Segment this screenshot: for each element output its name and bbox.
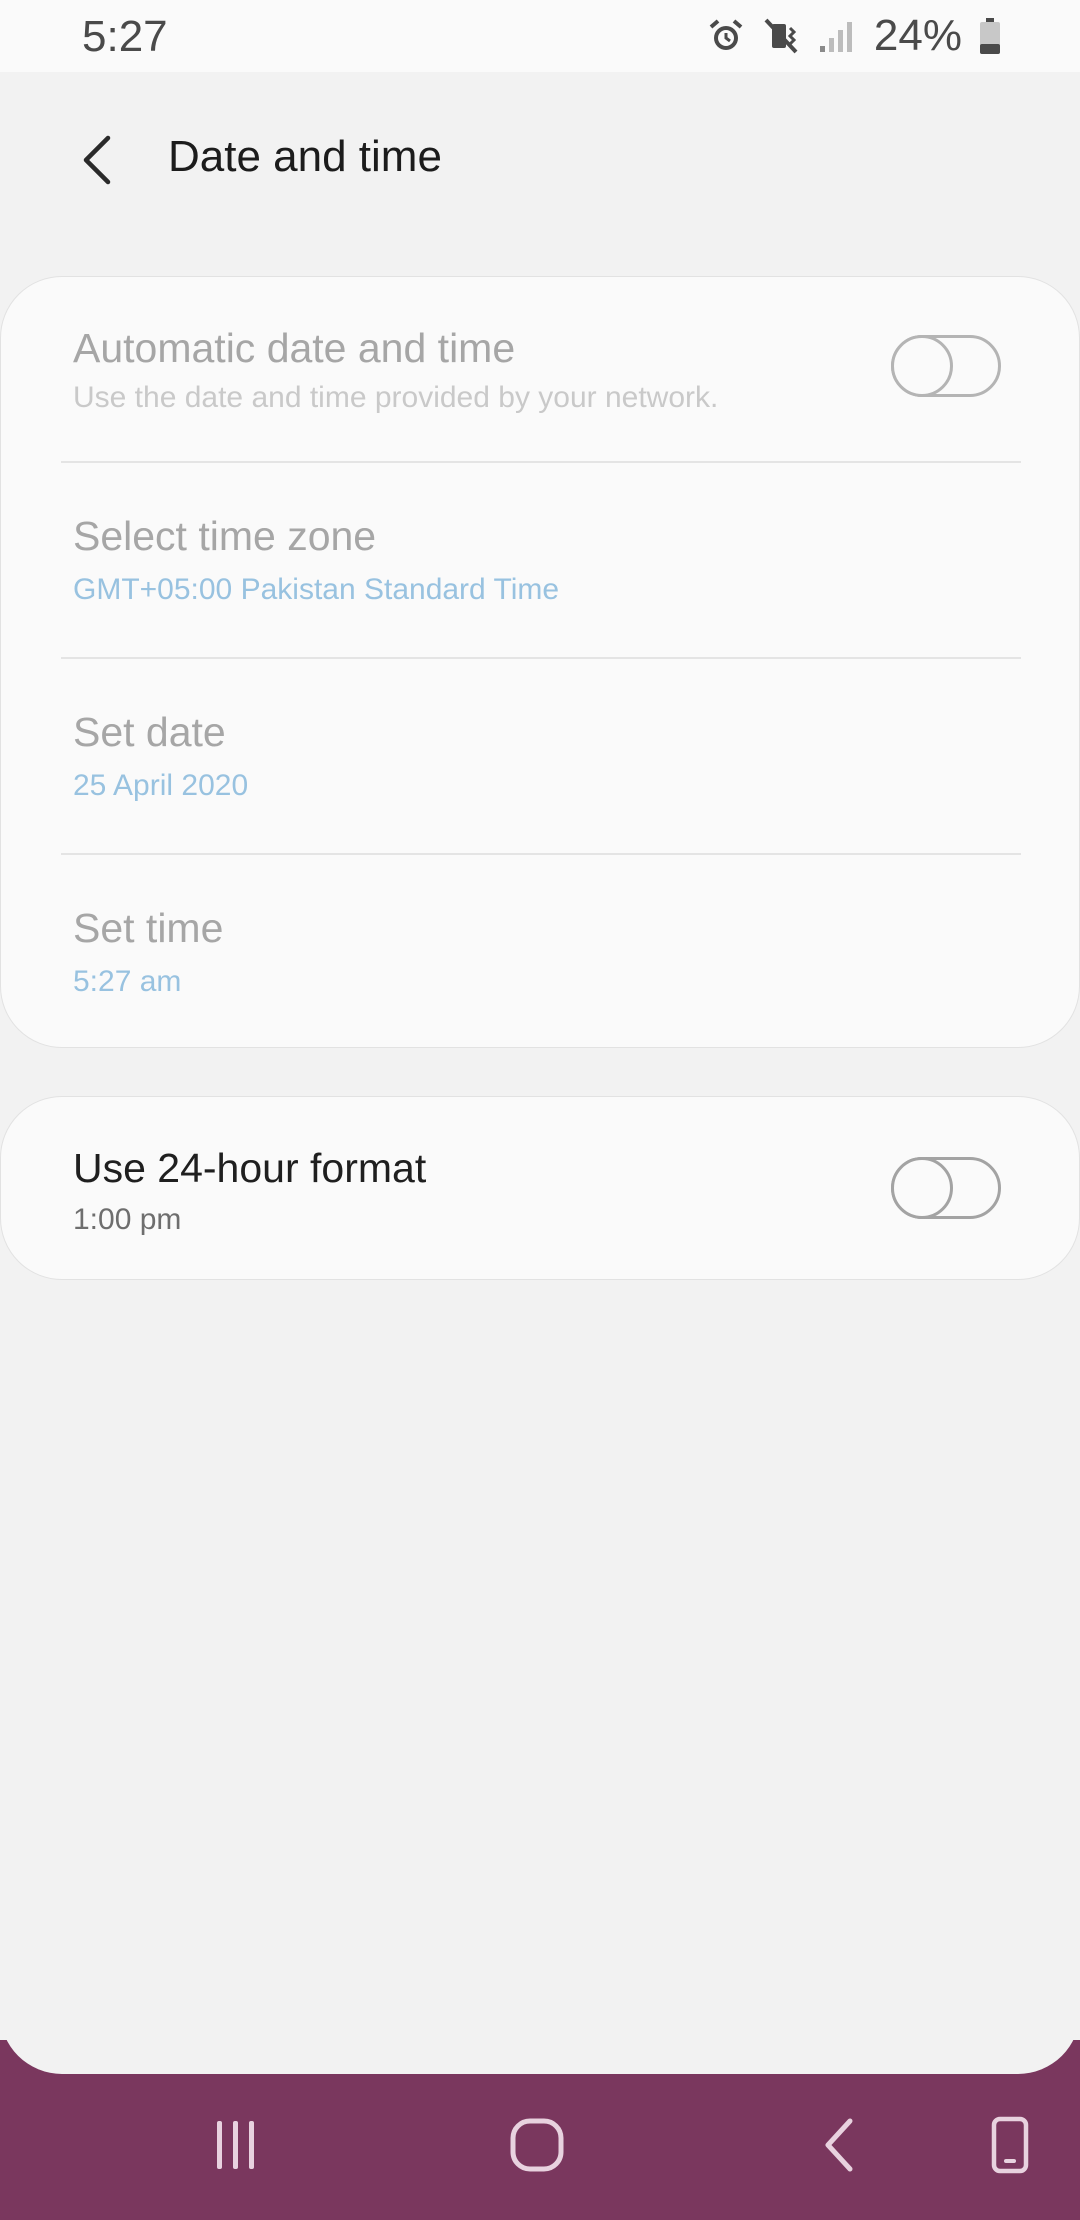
use-24-hour-format-row[interactable]: Use 24-hour format 1:00 pm <box>1 1097 1080 1281</box>
time-zone-value: GMT+05:00 Pakistan Standard Time <box>73 573 560 606</box>
status-bar: 5:27 24% <box>0 0 1080 72</box>
back-arrow-icon <box>83 135 111 185</box>
app-header: Date and time <box>0 110 1080 210</box>
date-time-settings-card: Automatic date and time Use the date and… <box>0 276 1080 1048</box>
set-time-title: Set time <box>73 905 224 951</box>
battery-percentage: 24% <box>873 11 962 60</box>
keyboard-switch-button[interactable] <box>970 2110 1050 2180</box>
home-icon <box>510 2118 564 2172</box>
toggle-knob <box>891 1157 953 1219</box>
set-time-row[interactable]: Set time 5:27 am <box>1 855 1080 1049</box>
nav-back-button[interactable] <box>800 2110 880 2180</box>
automatic-date-time-row[interactable]: Automatic date and time Use the date and… <box>1 277 1080 461</box>
keyboard-switch-icon <box>991 2116 1029 2174</box>
automatic-date-time-subtitle: Use the date and time provided by your n… <box>73 381 719 414</box>
set-date-value: 25 April 2020 <box>73 769 249 802</box>
set-date-title: Set date <box>73 709 226 755</box>
content-bottom-edge <box>0 1990 1080 2074</box>
automatic-date-time-title: Automatic date and time <box>73 325 516 371</box>
battery-icon <box>978 16 1002 56</box>
time-zone-title: Select time zone <box>73 513 377 559</box>
automatic-date-time-toggle[interactable] <box>891 335 1001 397</box>
back-icon <box>825 2118 853 2172</box>
set-time-value: 5:27 am <box>73 965 182 998</box>
alarm-icon <box>706 16 746 56</box>
signal-icon <box>818 16 854 56</box>
use-24-hour-format-title: Use 24-hour format <box>73 1145 427 1191</box>
status-icons: 24% <box>706 10 1002 62</box>
toggle-knob <box>891 335 953 397</box>
page-title: Date and time <box>168 132 442 181</box>
vibrate-mute-icon <box>762 16 802 56</box>
time-format-card: Use 24-hour format 1:00 pm <box>0 1096 1080 1280</box>
use-24-hour-format-toggle[interactable] <box>891 1157 1001 1219</box>
time-zone-row[interactable]: Select time zone GMT+05:00 Pakistan Stan… <box>1 463 1080 657</box>
recents-icon <box>217 2121 254 2169</box>
set-date-row[interactable]: Set date 25 April 2020 <box>1 659 1080 853</box>
back-button[interactable] <box>66 128 130 192</box>
screen: 5:27 24% Date and time Automatic date an… <box>0 0 1080 2220</box>
home-button[interactable] <box>497 2110 577 2180</box>
use-24-hour-format-value: 1:00 pm <box>73 1203 182 1236</box>
recents-button[interactable] <box>195 2110 275 2180</box>
status-time: 5:27 <box>82 12 168 61</box>
